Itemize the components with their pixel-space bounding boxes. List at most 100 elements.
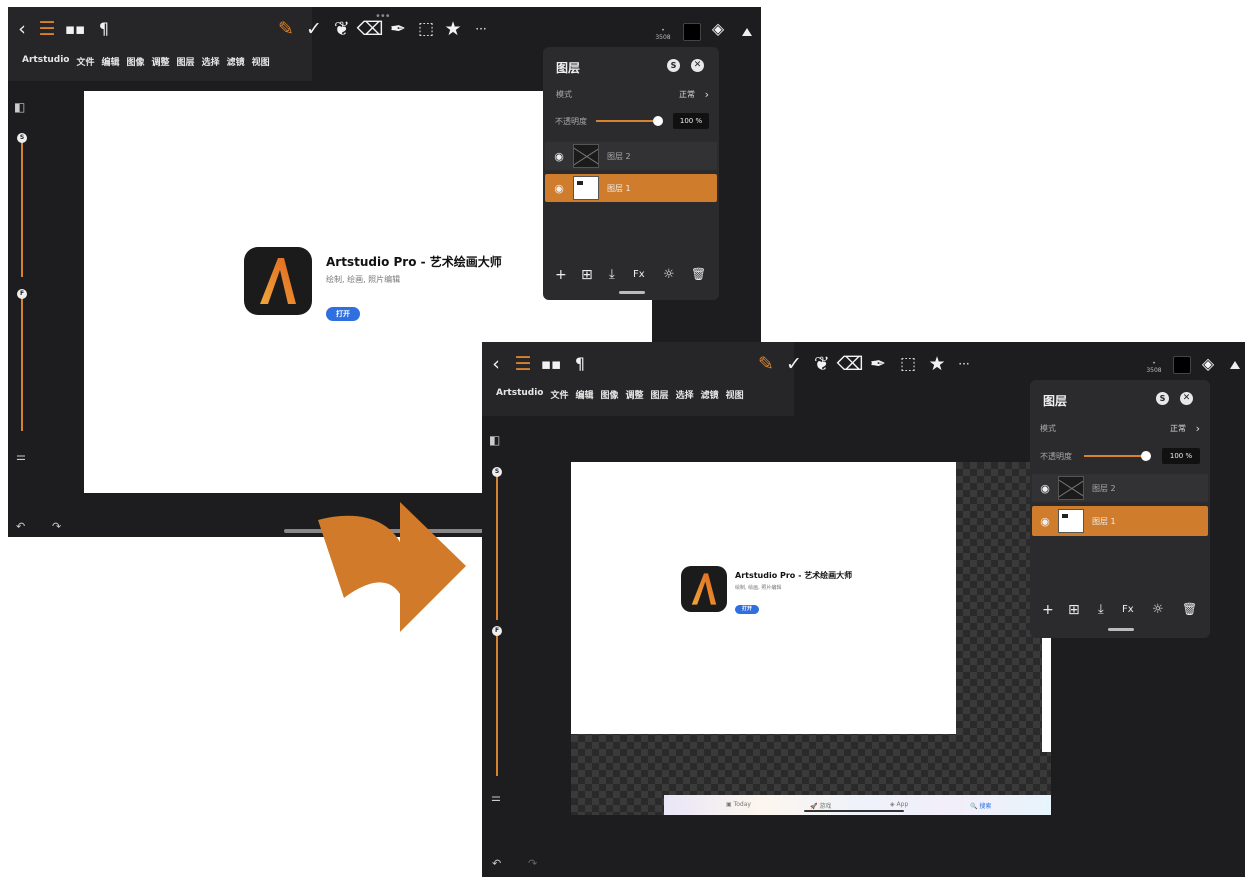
lasso-fill-icon[interactable]: ❦: [332, 16, 352, 42]
brush-tool-icon[interactable]: ✎: [756, 351, 776, 377]
layer-effects-button[interactable]: Fx: [633, 269, 645, 280]
opacity-value[interactable]: 100 %: [1162, 448, 1200, 464]
size-slider-track[interactable]: [496, 472, 498, 620]
eye-visible-icon[interactable]: ◉: [545, 182, 573, 195]
opacity-slider-knob[interactable]: [653, 116, 663, 126]
hamburger-menu-icon[interactable]: ☰: [514, 351, 532, 377]
menu-layer[interactable]: 图层: [651, 388, 669, 401]
selection-marquee-icon[interactable]: ⬚: [898, 351, 918, 377]
close-panel-icon[interactable]: ✕: [691, 59, 704, 72]
layer-row-selected[interactable]: ◉ 图层 1: [545, 174, 717, 202]
menu-edit[interactable]: 编辑: [576, 388, 594, 401]
color-swatch[interactable]: [1173, 356, 1191, 374]
menu-edit[interactable]: 编辑: [102, 55, 120, 68]
menu-adjust[interactable]: 调整: [152, 55, 170, 68]
eyedropper-icon[interactable]: ✒: [868, 351, 888, 377]
panel-grabber[interactable]: [619, 291, 645, 294]
add-layer-icon[interactable]: +: [555, 267, 567, 283]
menu-file[interactable]: 文件: [76, 55, 94, 68]
split-view-icon[interactable]: ◧: [14, 101, 25, 113]
layer-effects-button[interactable]: Fx: [1122, 604, 1134, 615]
opacity-value[interactable]: 100 %: [673, 113, 709, 129]
menu-file[interactable]: 文件: [550, 388, 568, 401]
more-icon[interactable]: ···: [954, 351, 974, 377]
split-view-icon[interactable]: ◧: [489, 434, 500, 446]
redo-icon[interactable]: ↷: [52, 521, 61, 532]
back-chevron-icon[interactable]: ‹: [488, 351, 504, 377]
layers-stack-icon[interactable]: ◈: [708, 16, 728, 42]
undo-icon[interactable]: ↶: [16, 521, 25, 532]
flow-slider-knob[interactable]: F: [492, 626, 502, 636]
favorites-star-icon[interactable]: ★: [926, 351, 948, 377]
sliders-settings-icon[interactable]: ⚌: [491, 792, 501, 803]
brush-pen-icon[interactable]: ¶: [94, 16, 114, 42]
duplicate-layer-icon[interactable]: ⊞: [581, 267, 593, 283]
eyedropper-icon[interactable]: ✒: [388, 16, 408, 42]
lasso-fill-icon[interactable]: ❦: [812, 351, 832, 377]
layer-row-selected[interactable]: ◉ 图层 1: [1032, 506, 1208, 536]
menu-select[interactable]: 选择: [202, 55, 220, 68]
menu-layer[interactable]: 图层: [177, 55, 195, 68]
redo-icon[interactable]: ↷: [528, 858, 537, 869]
brightness-icon[interactable]: ☼: [663, 267, 675, 282]
flow-slider-track[interactable]: [21, 293, 23, 431]
brush-tool-icon[interactable]: ✎: [276, 16, 296, 42]
add-layer-icon[interactable]: +: [1042, 602, 1054, 618]
brightness-icon[interactable]: ☼: [1152, 602, 1164, 617]
menu-artstudio[interactable]: Artstudio: [22, 55, 69, 68]
flow-slider-track[interactable]: [496, 632, 498, 776]
eye-visible-icon[interactable]: ◉: [1032, 482, 1058, 495]
size-slider-knob[interactable]: S: [17, 133, 27, 143]
back-chevron-icon[interactable]: ‹: [14, 16, 30, 42]
menu-view[interactable]: 视图: [726, 388, 744, 401]
collapse-triangle-icon[interactable]: [1230, 361, 1240, 369]
more-icon[interactable]: ···: [471, 16, 491, 42]
menu-image[interactable]: 图像: [127, 55, 145, 68]
menu-select[interactable]: 选择: [676, 388, 694, 401]
layer-row[interactable]: ◉ 图层 2: [1032, 474, 1208, 502]
close-panel-icon[interactable]: ✕: [1180, 392, 1193, 405]
sliders-settings-icon[interactable]: ⚌: [16, 451, 26, 462]
grid-icon[interactable]: ▪▪: [65, 16, 85, 42]
opacity-slider-track[interactable]: [596, 120, 658, 122]
drawing-canvas[interactable]: Artstudio Pro - 艺术绘画大师 绘制, 绘画, 照片编辑 打开: [571, 462, 956, 734]
brush-pen-icon[interactable]: ¶: [570, 351, 590, 377]
menu-view[interactable]: 视图: [252, 55, 270, 68]
menu-filter[interactable]: 滤镜: [701, 388, 719, 401]
trash-icon[interactable]: 🗑: [691, 267, 706, 281]
eraser-icon[interactable]: ⌫: [837, 351, 864, 377]
layer-row[interactable]: ◉ 图层 2: [545, 142, 717, 170]
trash-icon[interactable]: 🗑: [1182, 602, 1197, 616]
blend-mode-row[interactable]: 模式 正常 ›: [1030, 421, 1210, 435]
layers-stack-icon[interactable]: ◈: [1198, 351, 1218, 377]
menu-artstudio[interactable]: Artstudio: [496, 388, 543, 401]
merge-down-icon[interactable]: ⤓: [609, 267, 615, 282]
duplicate-layer-icon[interactable]: ⊞: [1068, 602, 1080, 618]
opacity-slider-track[interactable]: [1084, 455, 1146, 457]
eye-visible-icon[interactable]: ◉: [545, 150, 573, 163]
smudge-tool-icon[interactable]: ✓: [304, 16, 324, 42]
favorites-star-icon[interactable]: ★: [442, 16, 464, 42]
undo-icon[interactable]: ↶: [492, 858, 501, 869]
menu-adjust[interactable]: 调整: [626, 388, 644, 401]
opacity-slider-knob[interactable]: [1141, 451, 1151, 461]
layers-settings-icon[interactable]: S: [1156, 392, 1169, 405]
grid-icon[interactable]: ▪▪: [541, 351, 561, 377]
smudge-tool-icon[interactable]: ✓: [784, 351, 804, 377]
menu-filter[interactable]: 滤镜: [227, 55, 245, 68]
open-button[interactable]: 打开: [326, 307, 360, 321]
size-slider-knob[interactable]: S: [492, 467, 502, 477]
layers-settings-icon[interactable]: S: [667, 59, 680, 72]
hamburger-menu-icon[interactable]: ☰: [38, 16, 56, 42]
eye-visible-icon[interactable]: ◉: [1032, 515, 1058, 528]
merge-down-icon[interactable]: ⤓: [1098, 602, 1104, 617]
eraser-icon[interactable]: ⌫: [357, 16, 384, 42]
size-slider-track[interactable]: [21, 137, 23, 277]
flow-slider-knob[interactable]: F: [17, 289, 27, 299]
open-button[interactable]: 打开: [735, 605, 759, 614]
color-swatch[interactable]: [683, 23, 701, 41]
blend-mode-row[interactable]: 模式 正常 ›: [543, 87, 719, 101]
panel-grabber[interactable]: [1108, 628, 1134, 631]
menu-image[interactable]: 图像: [601, 388, 619, 401]
collapse-triangle-icon[interactable]: [742, 28, 752, 36]
